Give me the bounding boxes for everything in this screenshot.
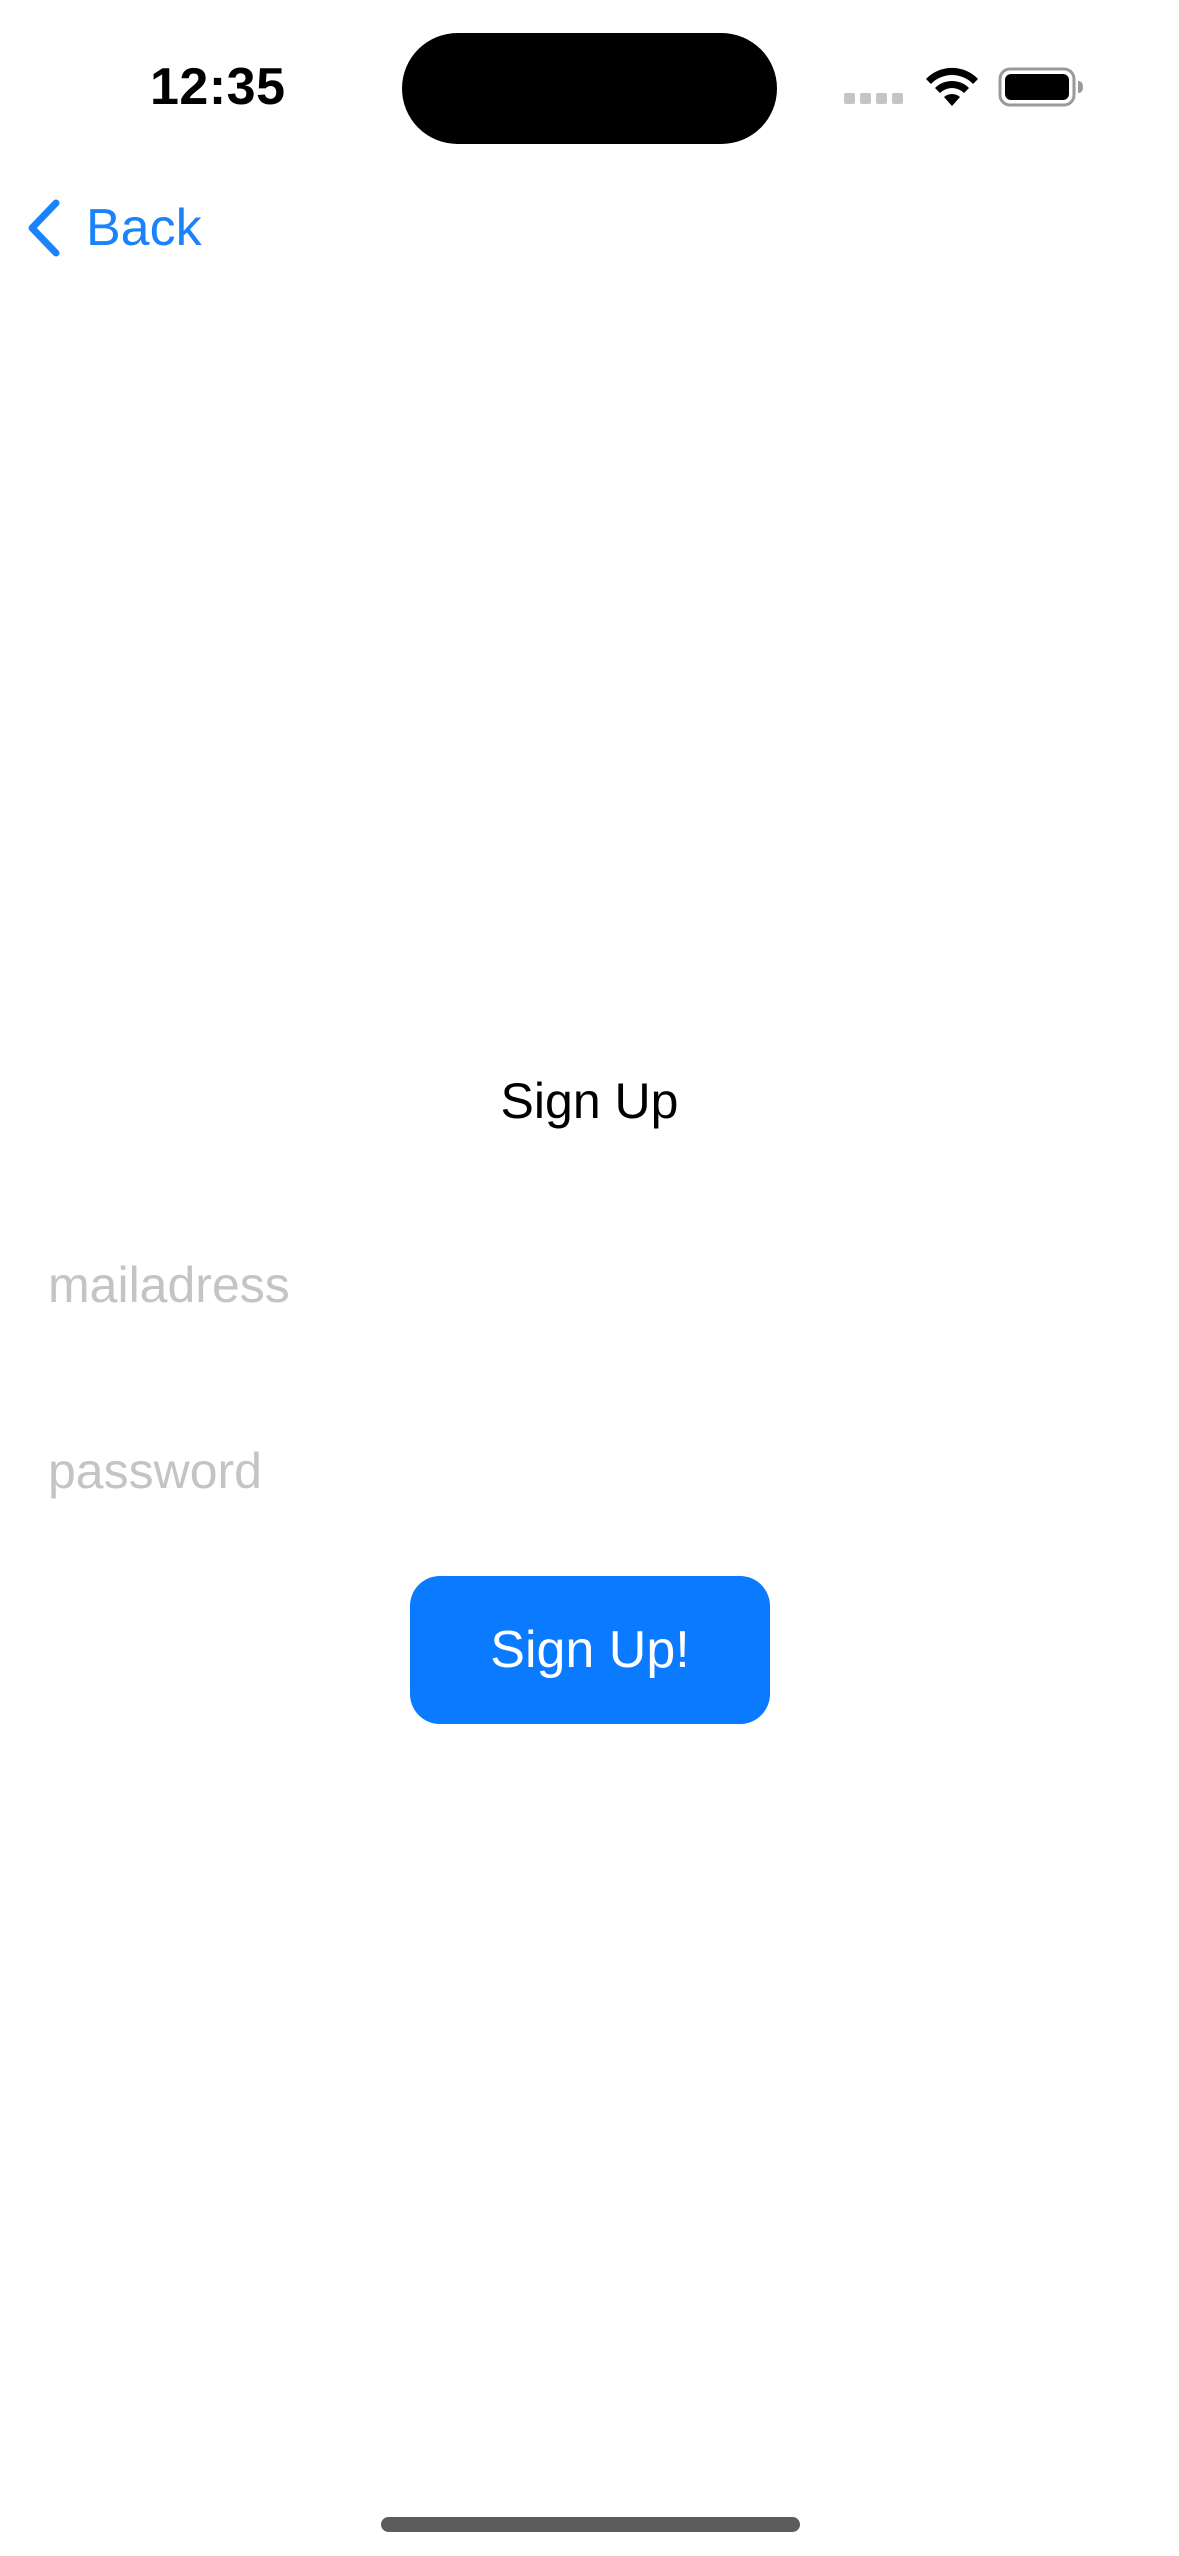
home-indicator[interactable] [381,2517,800,2532]
back-label: Back [86,199,202,257]
cellular-signal-icon [844,93,904,107]
back-button[interactable]: Back [22,193,202,263]
chevron-left-icon [28,199,60,257]
password-field[interactable] [48,1434,1131,1508]
email-field[interactable] [48,1248,1131,1322]
status-time: 12:35 [150,58,286,116]
wifi-icon [926,67,978,106]
battery-icon [998,67,1083,107]
sign-up-button[interactable]: Sign Up! [410,1576,770,1724]
dynamic-island [402,33,777,144]
page-title: Sign Up [500,1073,679,1129]
